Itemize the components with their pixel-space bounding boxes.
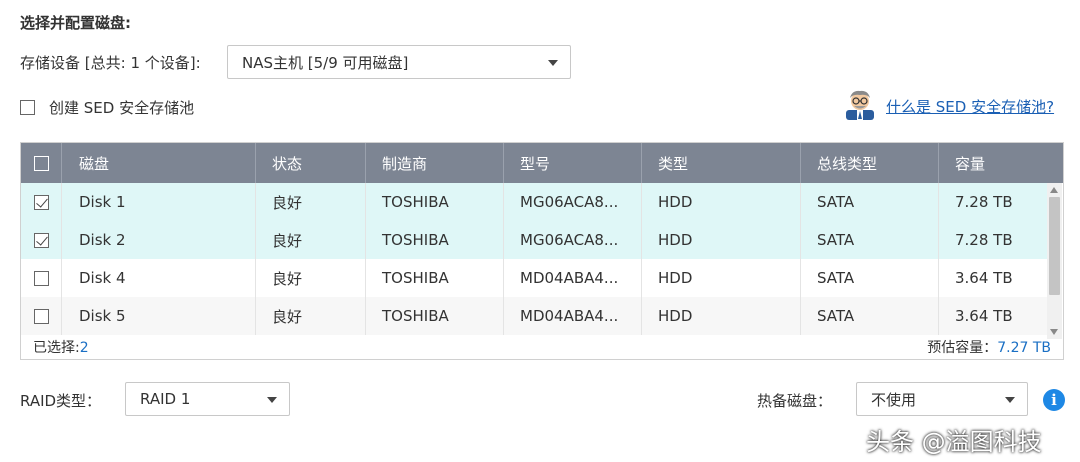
helper-person-icon — [846, 90, 874, 120]
cell-type: HDD — [642, 221, 801, 259]
column-header-maker[interactable]: 制造商 — [366, 143, 504, 183]
sed-checkbox-label: 创建 SED 安全存储池 — [49, 99, 195, 117]
cell-maker: TOSHIBA — [366, 259, 504, 297]
storage-device-select[interactable]: NAS主机 [5/9 可用磁盘] — [227, 45, 571, 79]
estimated-capacity-value: 7.27 TB — [997, 340, 1051, 356]
hot-spare-select[interactable]: 不使用 — [856, 382, 1028, 416]
cell-capacity: 7.28 TB — [955, 231, 1013, 249]
cell-select — [21, 183, 62, 221]
chevron-down-icon — [1005, 397, 1015, 403]
cell-type: HDD — [642, 297, 801, 335]
column-header-model[interactable]: 型号 — [504, 143, 642, 183]
sed-help-link[interactable]: 什么是 SED 安全存储池? — [886, 96, 1054, 117]
table-footer: 已选择:2 预估容量：7.27 TB — [21, 339, 1063, 359]
chevron-down-icon — [267, 397, 277, 403]
table-row[interactable]: Disk 2 良好 TOSHIBA MG06ACA8... HDD SATA 7.28 TB — [21, 221, 1047, 259]
cell-select — [21, 297, 62, 335]
row-checkbox[interactable] — [33, 308, 49, 324]
row-checkbox[interactable] — [33, 194, 49, 210]
cell-model: MG06ACA8... — [504, 183, 642, 221]
cell-status: 良好 — [256, 183, 366, 221]
scroll-up-icon[interactable] — [1050, 187, 1058, 193]
raid-type-select[interactable]: RAID 1 — [125, 382, 290, 416]
column-header-bus[interactable]: 总线类型 — [801, 143, 939, 183]
cell-bus: SATA — [801, 183, 939, 221]
hot-spare-value: 不使用 — [871, 390, 917, 409]
cell-status: 良好 — [256, 259, 366, 297]
cell-model: MD04ABA4... — [504, 259, 642, 297]
watermark-text: 头条 @溢图科技 — [866, 428, 1042, 456]
table-scrollbar[interactable] — [1047, 183, 1062, 339]
disk-table: 磁盘 状态 制造商 型号 类型 总线类型 容量 Disk 1 良好 TOSHIBA M… — [20, 142, 1064, 360]
cell-bus: SATA — [801, 259, 939, 297]
cell-capacity: 3.64 TB — [955, 269, 1013, 287]
cell-disk: Disk 5 — [62, 297, 256, 335]
cell-type: HDD — [642, 183, 801, 221]
column-header-type[interactable]: 类型 — [642, 143, 801, 183]
storage-device-label: 存储设备 [总共: 1 个设备]: — [20, 54, 201, 72]
cell-maker: TOSHIBA — [366, 221, 504, 259]
raid-type-value: RAID 1 — [140, 390, 191, 408]
cell-select — [21, 221, 62, 259]
cell-bus: SATA — [801, 297, 939, 335]
cell-bus: SATA — [801, 221, 939, 259]
sed-checkbox[interactable] — [20, 100, 35, 115]
selected-label: 已选择: — [33, 340, 80, 356]
cell-capacity: 3.64 TB — [955, 307, 1013, 325]
chevron-down-icon — [548, 60, 558, 66]
cell-maker: TOSHIBA — [366, 183, 504, 221]
cell-model: MG06ACA8... — [504, 221, 642, 259]
scroll-thumb[interactable] — [1049, 197, 1060, 295]
cell-status: 良好 — [256, 297, 366, 335]
cell-status: 良好 — [256, 221, 366, 259]
row-checkbox[interactable] — [33, 270, 49, 286]
cell-select — [21, 259, 62, 297]
cell-capacity: 7.28 TB — [955, 193, 1013, 211]
selected-count-text: 已选择:2 — [33, 337, 89, 357]
storage-device-value: NAS主机 [5/9 可用磁盘] — [242, 53, 409, 72]
cell-disk: Disk 4 — [62, 259, 256, 297]
column-header-disk[interactable]: 磁盘 — [62, 143, 256, 183]
cell-type: HDD — [642, 259, 801, 297]
info-icon[interactable]: i — [1043, 389, 1065, 411]
raid-type-label: RAID类型： — [20, 392, 102, 410]
column-header-status[interactable]: 状态 — [256, 143, 366, 183]
header-select-cell — [21, 143, 62, 183]
section-title: 选择并配置磁盘: — [20, 14, 131, 32]
row-checkbox[interactable] — [33, 232, 49, 248]
table-row[interactable]: Disk 1 良好 TOSHIBA MG06ACA8... HDD SATA 7.28 TB — [21, 183, 1047, 221]
selected-count: 2 — [79, 340, 89, 356]
estimated-capacity-text: 预估容量：7.27 TB — [927, 337, 1051, 357]
hot-spare-label: 热备磁盘： — [757, 392, 833, 410]
column-header-capacity[interactable]: 容量 — [939, 143, 1063, 183]
table-header: 磁盘 状态 制造商 型号 类型 总线类型 容量 — [21, 143, 1063, 183]
table-row[interactable]: Disk 4 良好 TOSHIBA MD04ABA4... HDD SATA 3.64 TB — [21, 259, 1047, 297]
table-row[interactable]: Disk 5 良好 TOSHIBA MD04ABA4... HDD SATA 3.64 TB — [21, 297, 1047, 335]
select-all-checkbox[interactable] — [33, 155, 49, 171]
scroll-down-icon[interactable] — [1050, 329, 1058, 335]
cell-maker: TOSHIBA — [366, 297, 504, 335]
cell-model: MD04ABA4... — [504, 297, 642, 335]
sed-option[interactable]: 创建 SED 安全存储池 — [20, 97, 194, 118]
cell-disk: Disk 1 — [62, 183, 256, 221]
estimated-label: 预估容量： — [927, 340, 998, 356]
cell-disk: Disk 2 — [62, 221, 256, 259]
